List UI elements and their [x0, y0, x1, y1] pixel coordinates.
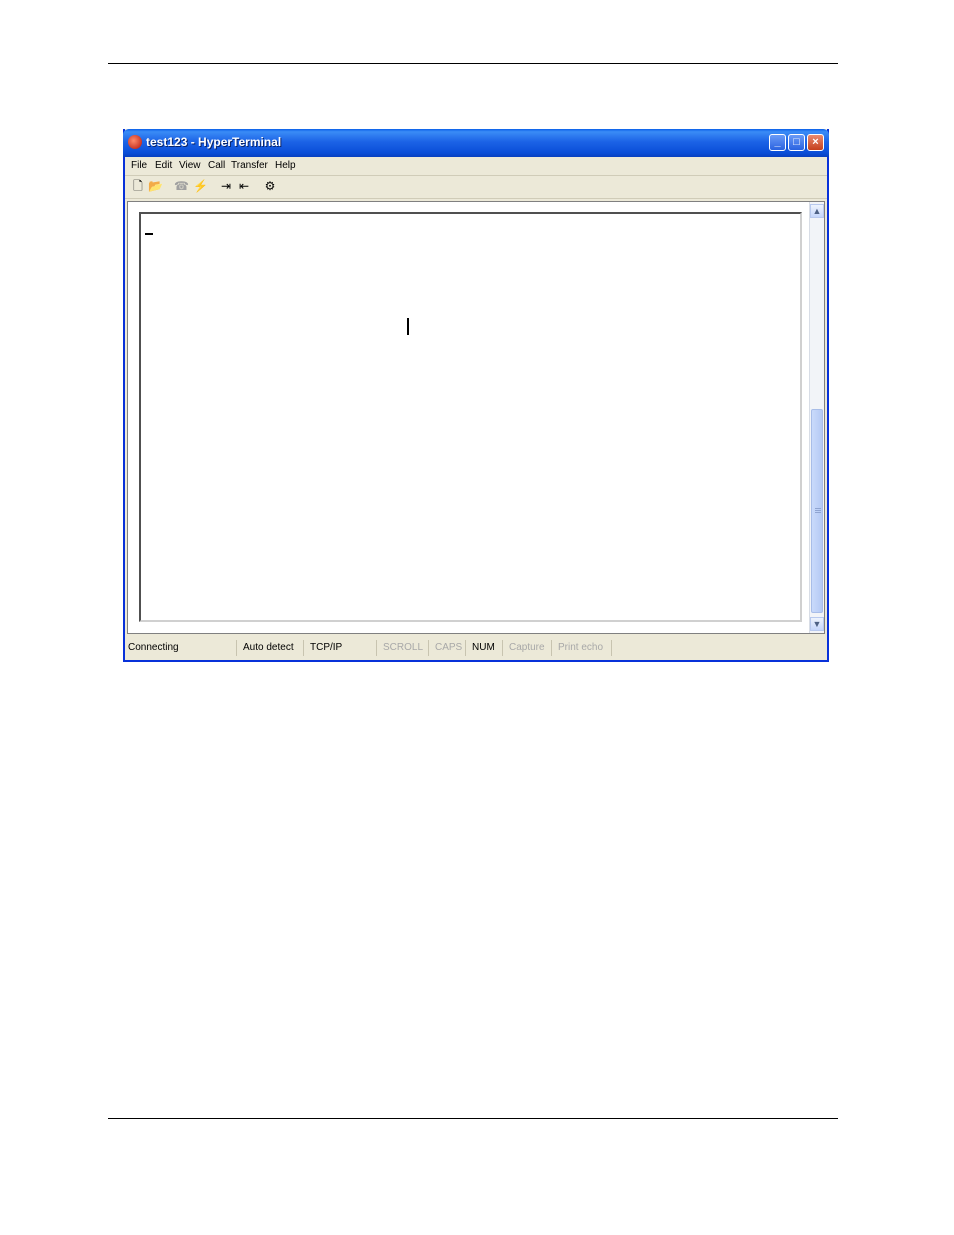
menu-call[interactable]: Call [208, 160, 225, 171]
disconnect-icon[interactable]: ⚡ [193, 179, 208, 194]
open-icon[interactable]: 📂 [148, 179, 163, 194]
status-protocol: TCP/IP [307, 640, 377, 656]
hyperterminal-window: test123 - HyperTerminal _ □ × File Edit … [123, 129, 829, 662]
status-print-echo: Print echo [555, 640, 612, 656]
call-icon[interactable]: ☎ [174, 179, 189, 194]
text-cursor [145, 233, 153, 235]
menu-bar: File Edit View Call Transfer Help [125, 157, 827, 176]
ibeam-pointer [407, 318, 409, 335]
status-capture: Capture [506, 640, 552, 656]
title-bar[interactable]: test123 - HyperTerminal _ □ × [123, 129, 829, 157]
status-num: NUM [469, 640, 503, 656]
status-caps: CAPS [432, 640, 466, 656]
scroll-up-icon[interactable]: ▲ [810, 204, 824, 218]
hyperterminal-app-icon[interactable] [128, 135, 142, 149]
status-scroll: SCROLL [380, 640, 429, 656]
minimize-button[interactable]: _ [769, 134, 786, 151]
receive-icon[interactable]: ⇤ [237, 179, 251, 194]
grip-icon [815, 508, 821, 514]
menu-transfer[interactable]: Transfer [231, 160, 268, 171]
toolbar: 🗋 📂 ☎ ⚡ ⇥ ⇤ ⚙ [125, 176, 827, 199]
scroll-down-icon[interactable]: ▼ [810, 617, 824, 631]
new-icon[interactable]: 🗋 [131, 179, 145, 194]
menu-view[interactable]: View [179, 160, 201, 171]
properties-icon[interactable]: ⚙ [263, 179, 277, 194]
window-title: test123 - HyperTerminal [146, 135, 282, 149]
page-footer-rule [108, 1118, 838, 1119]
menu-help[interactable]: Help [275, 160, 296, 171]
menu-file[interactable]: File [131, 160, 147, 171]
scroll-thumb[interactable] [811, 409, 823, 613]
maximize-button[interactable]: □ [788, 134, 805, 151]
status-connection: Connecting [125, 640, 237, 656]
status-bar: Connecting Auto detect TCP/IP SCROLL CAP… [125, 638, 827, 658]
status-detect: Auto detect [240, 640, 304, 656]
terminal-screen[interactable] [139, 212, 802, 622]
close-button[interactable]: × [807, 134, 824, 151]
terminal-client-area: ▲ ▼ [127, 201, 825, 634]
menu-edit[interactable]: Edit [155, 160, 172, 171]
page-header-rule [108, 63, 838, 64]
vertical-scrollbar[interactable]: ▲ ▼ [809, 202, 824, 633]
send-icon[interactable]: ⇥ [219, 179, 233, 194]
